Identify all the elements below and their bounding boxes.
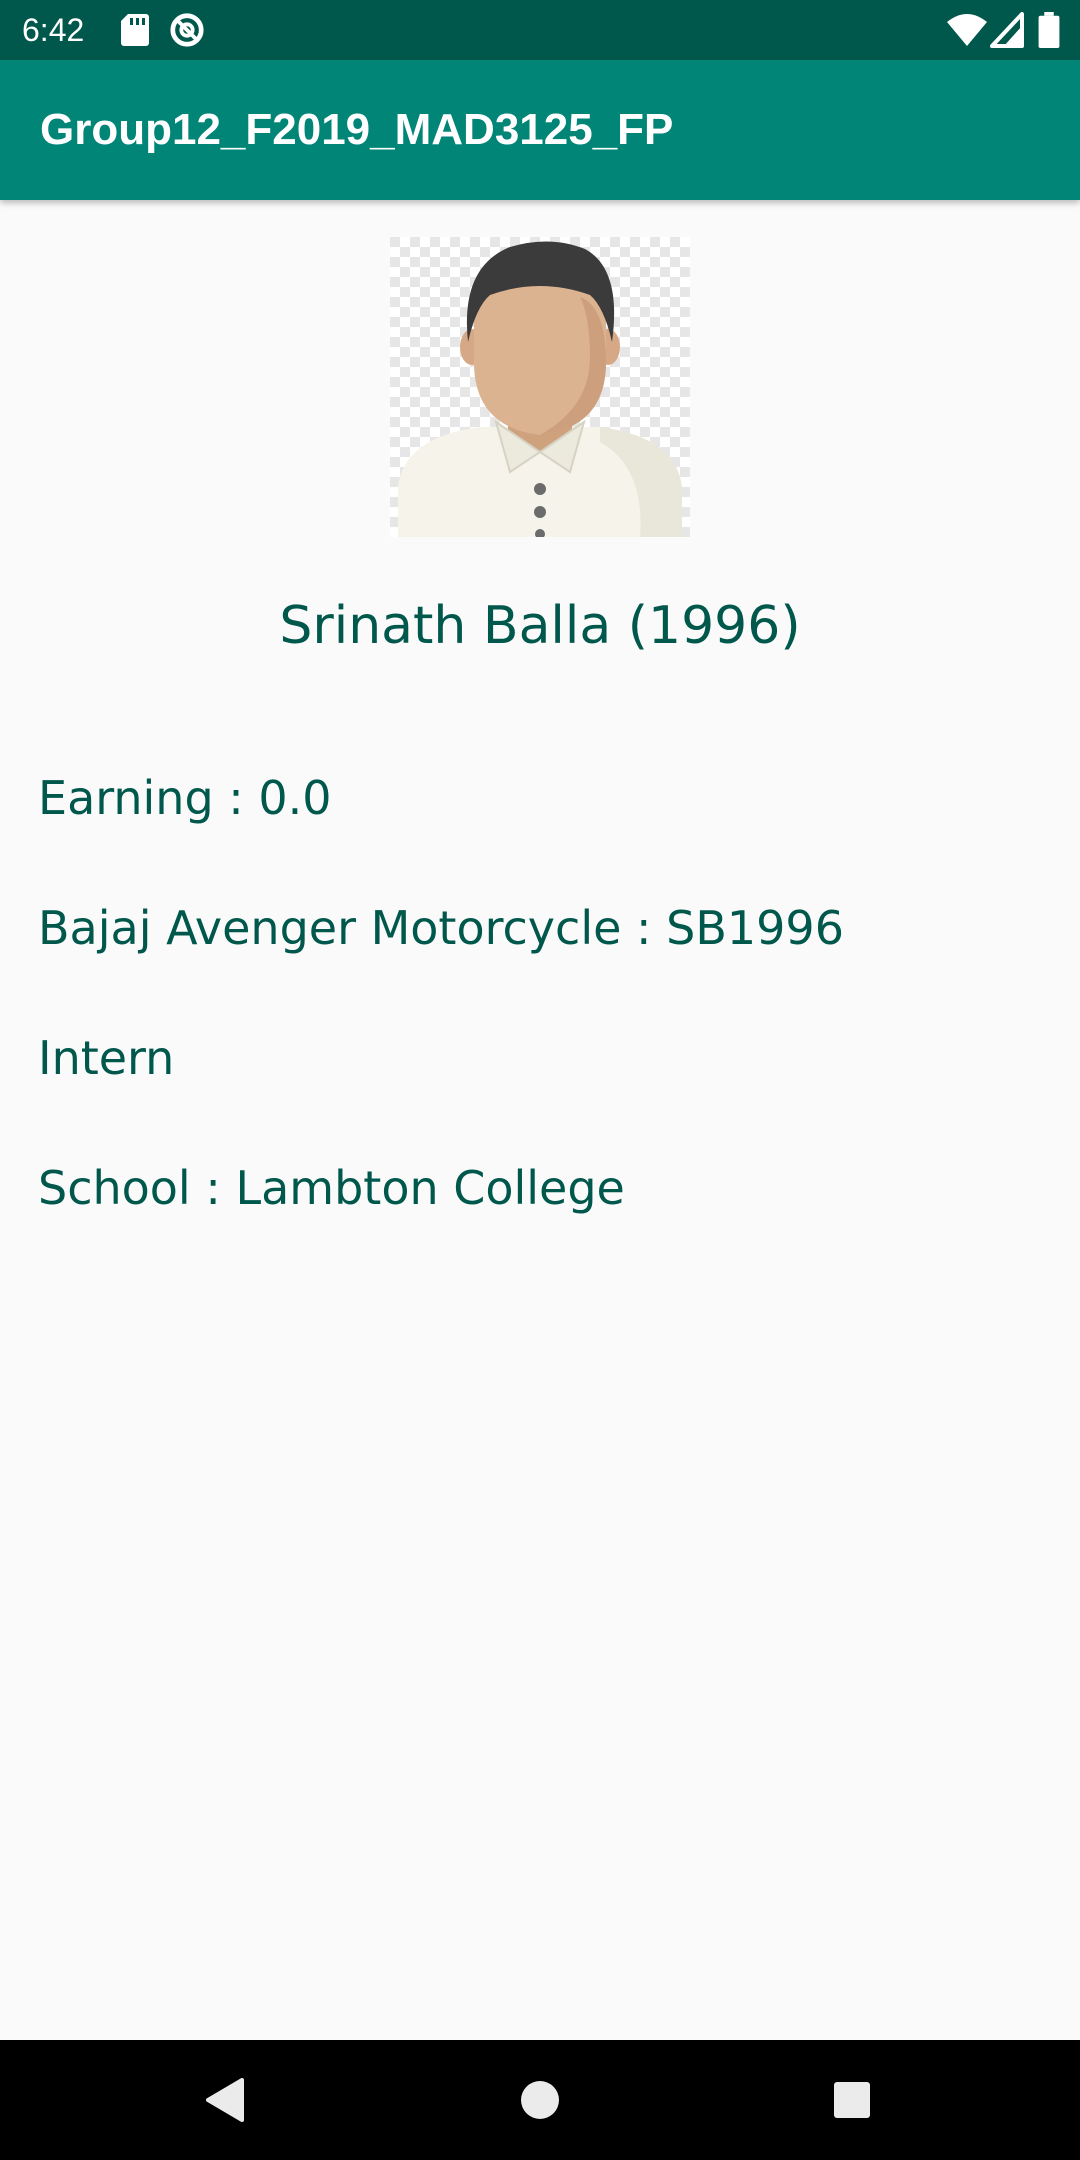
recents-icon[interactable] (822, 2070, 882, 2130)
screen: 6:42 Group12_F2019_MAD3125_FP Srinath Ba… (0, 0, 1080, 2160)
battery-icon (1038, 12, 1060, 48)
signal-icon (990, 12, 1024, 48)
app-title: Group12_F2019_MAD3125_FP (40, 105, 674, 154)
employee-type-text: Intern (38, 1031, 175, 1085)
status-time: 6:42 (22, 12, 85, 48)
wifi-icon (947, 14, 987, 46)
back-icon[interactable] (196, 2070, 256, 2130)
avatar-image (390, 237, 690, 539)
school-text: School : Lambton College (38, 1161, 625, 1215)
profile-name: Srinath Balla (1996) (279, 596, 801, 656)
navigation-bar (0, 2040, 1080, 2160)
data-saver-icon (170, 13, 204, 47)
sd-card-icon (121, 14, 149, 46)
vehicle-text: Bajaj Avenger Motorcycle : SB1996 (38, 901, 844, 955)
person-avatar-icon (390, 237, 690, 539)
app-bar: Group12_F2019_MAD3125_FP (0, 60, 1080, 200)
status-bar: 6:42 (0, 0, 1080, 60)
home-icon[interactable] (510, 2070, 570, 2130)
earning-text: Earning : 0.0 (38, 771, 332, 825)
